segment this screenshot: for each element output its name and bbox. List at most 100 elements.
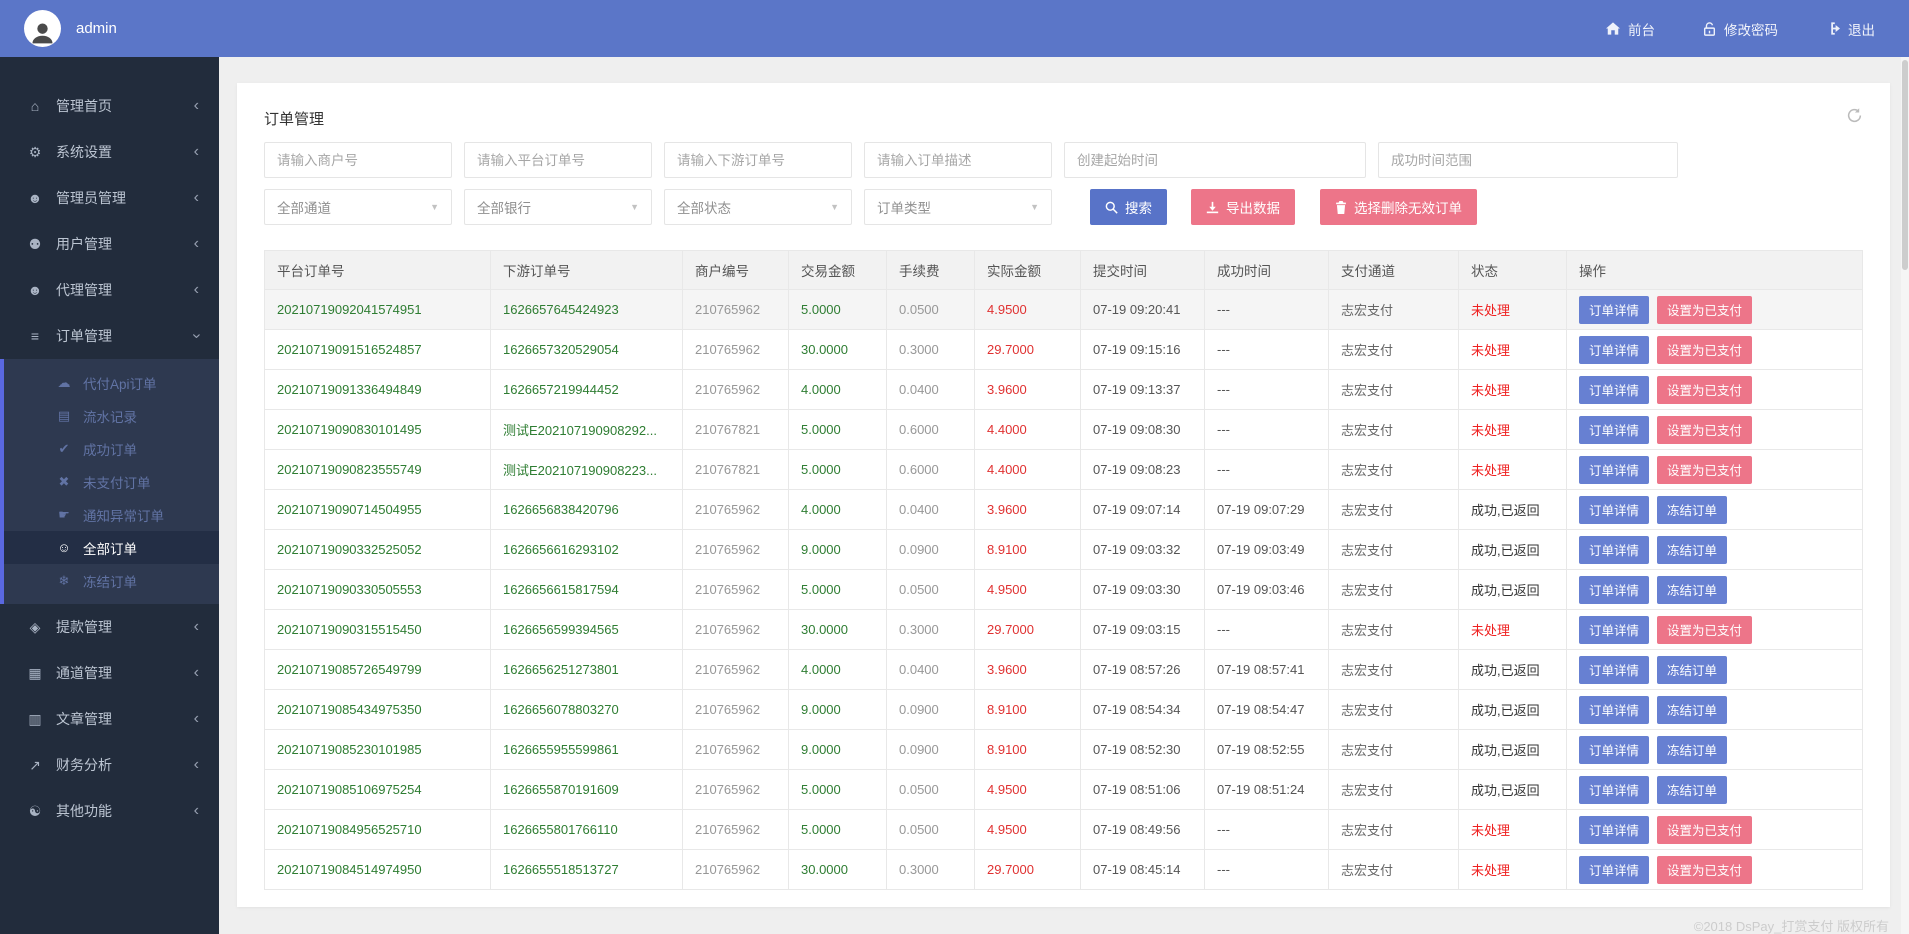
export-data-button[interactable]: 导出数据 bbox=[1191, 189, 1295, 225]
page-title: 订单管理 bbox=[264, 108, 324, 129]
snowflake-icon: ❄ bbox=[55, 573, 73, 589]
delete-invalid-orders-button[interactable]: 选择删除无效订单 bbox=[1320, 189, 1477, 225]
sidebar-item-label: 用户管理 bbox=[56, 234, 194, 254]
table-row: 20210719090823555749测试E202107190908223..… bbox=[265, 450, 1863, 490]
order-detail-button[interactable]: 订单详情 bbox=[1579, 336, 1649, 364]
set-paid-button[interactable]: 设置为已支付 bbox=[1657, 856, 1752, 884]
cell-platform-order-no: 20210719092041574951 bbox=[265, 290, 491, 330]
cell-fee: 0.0900 bbox=[887, 690, 975, 730]
cell-submit-time: 07-19 09:03:15 bbox=[1081, 610, 1205, 650]
submenu-frozen-orders[interactable]: ❄冻结订单 bbox=[4, 564, 219, 597]
frontend-link[interactable]: 前台 bbox=[1606, 19, 1655, 39]
set-paid-button[interactable]: 设置为已支付 bbox=[1657, 296, 1752, 324]
submenu-all-orders[interactable]: ☺全部订单 bbox=[4, 531, 219, 564]
order-detail-button[interactable]: 订单详情 bbox=[1579, 416, 1649, 444]
sidebar-item-orders[interactable]: ≡订单管理‹ bbox=[0, 313, 219, 359]
freeze-order-button[interactable]: 冻结订单 bbox=[1657, 576, 1727, 604]
bank-icon: ▦ bbox=[25, 665, 45, 682]
platform-order-input[interactable] bbox=[464, 142, 652, 178]
order-detail-button[interactable]: 订单详情 bbox=[1579, 296, 1649, 324]
freeze-order-button[interactable]: 冻结订单 bbox=[1657, 736, 1727, 764]
bank-select[interactable]: 全部银行▼ bbox=[464, 189, 652, 225]
submenu-success-orders[interactable]: ✔成功订单 bbox=[4, 432, 219, 465]
freeze-order-button[interactable]: 冻结订单 bbox=[1657, 536, 1727, 564]
column-header: 平台订单号 bbox=[265, 251, 491, 290]
set-paid-button[interactable]: 设置为已支付 bbox=[1657, 376, 1752, 404]
cell-status: 未处理 bbox=[1459, 290, 1567, 330]
order-detail-button[interactable]: 订单详情 bbox=[1579, 576, 1649, 604]
cell-merchant-no: 210765962 bbox=[683, 290, 789, 330]
order-detail-button[interactable]: 订单详情 bbox=[1579, 496, 1649, 524]
change-password-link[interactable]: 修改密码 bbox=[1703, 19, 1778, 39]
freeze-order-button[interactable]: 冻结订单 bbox=[1657, 656, 1727, 684]
sidebar-item-agents[interactable]: ☻代理管理‹ bbox=[0, 267, 219, 313]
sidebar-item-label: 财务分析 bbox=[56, 755, 194, 775]
page-scrollbar[interactable] bbox=[1901, 57, 1909, 934]
order-detail-button[interactable]: 订单详情 bbox=[1579, 776, 1649, 804]
order-detail-button[interactable]: 订单详情 bbox=[1579, 536, 1649, 564]
cell-downstream-order-no: 1626656078803270 bbox=[491, 690, 683, 730]
submenu-unpaid-orders[interactable]: ✖未支付订单 bbox=[4, 465, 219, 498]
cell-success-time: --- bbox=[1205, 850, 1329, 890]
logout-link[interactable]: 退出 bbox=[1826, 19, 1875, 39]
set-paid-button[interactable]: 设置为已支付 bbox=[1657, 416, 1752, 444]
cell-status: 未处理 bbox=[1459, 410, 1567, 450]
submenu-abnormal-orders[interactable]: ☛通知异常订单 bbox=[4, 498, 219, 531]
cell-actual-amount: 8.9100 bbox=[975, 530, 1081, 570]
sidebar-item-finance[interactable]: ↗财务分析‹ bbox=[0, 742, 219, 788]
scrollbar-thumb[interactable] bbox=[1902, 60, 1908, 270]
channel-select[interactable]: 全部通道▼ bbox=[264, 189, 452, 225]
order-detail-button[interactable]: 订单详情 bbox=[1579, 376, 1649, 404]
cell-status: 未处理 bbox=[1459, 850, 1567, 890]
order-detail-button[interactable]: 订单详情 bbox=[1579, 816, 1649, 844]
cell-success-time: 07-19 08:51:24 bbox=[1205, 770, 1329, 810]
cell-fee: 0.0400 bbox=[887, 370, 975, 410]
cell-pay-channel: 志宏支付 bbox=[1329, 410, 1459, 450]
search-button[interactable]: 搜索 bbox=[1090, 189, 1167, 225]
cell-platform-order-no: 20210719090830101495 bbox=[265, 410, 491, 450]
submenu-flow-records[interactable]: ▤流水记录 bbox=[4, 399, 219, 432]
sidebar-item-dashboard[interactable]: ⌂管理首页‹ bbox=[0, 83, 219, 129]
current-user[interactable]: admin bbox=[24, 10, 117, 47]
create-time-input[interactable] bbox=[1064, 142, 1366, 178]
cell-actual-amount: 4.4000 bbox=[975, 410, 1081, 450]
order-detail-button[interactable]: 订单详情 bbox=[1579, 696, 1649, 724]
freeze-order-button[interactable]: 冻结订单 bbox=[1657, 696, 1727, 724]
main-content: 订单管理 全部通道▼ 全部银行▼ 全部状态▼ 订单类型▼ 搜索 导出数据 bbox=[219, 57, 1909, 934]
set-paid-button[interactable]: 设置为已支付 bbox=[1657, 616, 1752, 644]
cell-merchant-no: 210765962 bbox=[683, 770, 789, 810]
freeze-order-button[interactable]: 冻结订单 bbox=[1657, 776, 1727, 804]
table-body: 2021071909204157495116266576454249232107… bbox=[265, 290, 1863, 890]
downstream-order-input[interactable] bbox=[664, 142, 852, 178]
sidebar-item-users[interactable]: ⚉用户管理‹ bbox=[0, 221, 219, 267]
status-select[interactable]: 全部状态▼ bbox=[664, 189, 852, 225]
order-type-select[interactable]: 订单类型▼ bbox=[864, 189, 1052, 225]
chevron-left-icon: ‹ bbox=[194, 665, 199, 681]
table-row: 2021071909204157495116266576454249232107… bbox=[265, 290, 1863, 330]
order-detail-button[interactable]: 订单详情 bbox=[1579, 456, 1649, 484]
success-time-input[interactable] bbox=[1378, 142, 1678, 178]
cell-status: 成功,已返回 bbox=[1459, 650, 1567, 690]
signout-icon bbox=[1826, 22, 1840, 35]
sidebar-item-admins[interactable]: ☻管理员管理‹ bbox=[0, 175, 219, 221]
cell-actions: 订单详情设置为已支付 bbox=[1567, 330, 1863, 370]
order-detail-button[interactable]: 订单详情 bbox=[1579, 656, 1649, 684]
freeze-order-button[interactable]: 冻结订单 bbox=[1657, 496, 1727, 524]
sidebar-item-channels[interactable]: ▦通道管理‹ bbox=[0, 650, 219, 696]
cell-fee: 0.0500 bbox=[887, 290, 975, 330]
set-paid-button[interactable]: 设置为已支付 bbox=[1657, 456, 1752, 484]
submenu-item-label: 未支付订单 bbox=[83, 472, 151, 492]
sidebar-item-articles[interactable]: ▥文章管理‹ bbox=[0, 696, 219, 742]
order-desc-input[interactable] bbox=[864, 142, 1052, 178]
order-detail-button[interactable]: 订单详情 bbox=[1579, 856, 1649, 884]
merchant-no-input[interactable] bbox=[264, 142, 452, 178]
order-detail-button[interactable]: 订单详情 bbox=[1579, 616, 1649, 644]
refresh-icon[interactable] bbox=[1846, 107, 1863, 129]
sidebar-item-withdraw[interactable]: ◈提款管理‹ bbox=[0, 604, 219, 650]
sidebar-item-other[interactable]: ☯其他功能‹ bbox=[0, 788, 219, 834]
submenu-api-payout-orders[interactable]: ☁代付Api订单 bbox=[4, 366, 219, 399]
order-detail-button[interactable]: 订单详情 bbox=[1579, 736, 1649, 764]
set-paid-button[interactable]: 设置为已支付 bbox=[1657, 816, 1752, 844]
set-paid-button[interactable]: 设置为已支付 bbox=[1657, 336, 1752, 364]
sidebar-item-system[interactable]: ⚙系统设置‹ bbox=[0, 129, 219, 175]
